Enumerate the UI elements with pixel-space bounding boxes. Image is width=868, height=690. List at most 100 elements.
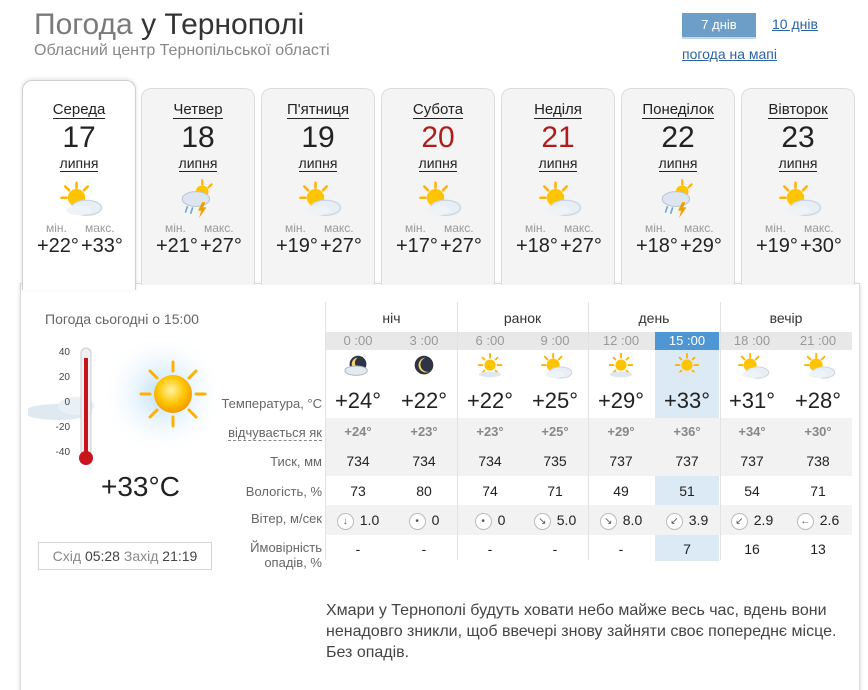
- scale-label: -20: [56, 422, 71, 433]
- period-evening: вечір: [769, 310, 803, 326]
- max-temp: +29°: [680, 235, 722, 257]
- hour-precipitation: -: [487, 541, 493, 557]
- min-label: мін.: [165, 221, 186, 235]
- current-temperature: +33°C: [101, 471, 180, 502]
- day-month: липня: [298, 155, 338, 172]
- day-tab-0[interactable]: Середа 17 липня мін. макс. +22° +33°: [22, 80, 136, 290]
- day-tab-4[interactable]: Неділя 21 липня мін. макс. +18° +27°: [501, 88, 615, 285]
- sun-cloud-icon: [54, 179, 104, 219]
- hour-humidity: 71: [810, 483, 826, 499]
- hour-pressure: 735: [543, 453, 567, 469]
- min-label: мін.: [645, 221, 666, 235]
- hour-time[interactable]: 0 :00: [326, 332, 390, 350]
- hour-pressure: 737: [740, 453, 764, 469]
- day-tab-6[interactable]: Вівторок 23 липня мін. макс. +19° +30°: [741, 88, 855, 285]
- precip-label-line2: опадів, %: [264, 555, 322, 570]
- hour-feels-like: +23°: [410, 424, 438, 439]
- wind-speed: 0: [497, 512, 506, 528]
- hour-time[interactable]: 12 :00: [589, 332, 653, 350]
- hour-temperature: +22°: [466, 388, 514, 413]
- weather-description: Хмари у Тернополі будуть ховати небо май…: [326, 602, 837, 661]
- sunrise-sunset: Схід 05:28 Захід 21:19: [38, 542, 212, 570]
- period-night: ніч: [382, 310, 401, 326]
- current-weather-illustration: 40 20 0 -20 -40: [28, 342, 218, 465]
- max-temp: +27°: [560, 235, 602, 257]
- hour-time[interactable]: 21 :00: [786, 332, 850, 350]
- hour-time[interactable]: 6 :00: [458, 332, 522, 350]
- hour-feels-like: +25°: [541, 424, 569, 439]
- sun-cloud-icon: [533, 179, 583, 219]
- min-temp: +21°: [156, 235, 198, 257]
- hour-feels-like: +34°: [738, 424, 766, 439]
- day-name: Субота: [412, 101, 464, 119]
- sun-icon: [458, 352, 522, 380]
- precip-label-line1: Ймовірність: [250, 540, 322, 555]
- row-label-temperature: Температура, °С: [221, 396, 322, 411]
- page-title: Погода у Тернополі: [34, 8, 304, 42]
- day-name: Середа: [52, 101, 106, 119]
- day-tab-1[interactable]: Четвер 18 липня мін. макс. +21° +27°: [141, 88, 255, 285]
- scale-label: -40: [56, 447, 71, 458]
- hour-pressure: 738: [806, 453, 830, 469]
- row-label-feels-like[interactable]: відчувається як: [228, 425, 322, 441]
- wind-direction-icon: ←: [796, 512, 814, 530]
- day-month: липня: [538, 155, 578, 172]
- hour-precipitation: -: [618, 541, 624, 557]
- tab-7-days[interactable]: 7 днів: [682, 13, 756, 37]
- min-label: мін.: [765, 221, 786, 235]
- thunderstorm-icon: [173, 179, 223, 219]
- wind-speed: 1.0: [359, 512, 380, 528]
- day-tab-2[interactable]: П'ятниця 19 липня мін. макс. +19° +27°: [261, 88, 375, 285]
- day-tab-3[interactable]: Субота 20 липня мін. макс. +17° +27°: [381, 88, 495, 285]
- hour-precipitation: -: [421, 541, 427, 557]
- hour-wind: • 0: [458, 510, 522, 530]
- day-name: Вівторок: [768, 101, 828, 119]
- wind-direction-icon: ↙: [730, 512, 748, 530]
- scale-label: 40: [59, 347, 71, 358]
- hour-wind: ↘ 8.0: [589, 510, 653, 530]
- hour-wind: ↓ 1.0: [326, 510, 390, 530]
- hour-temperature: +25°: [531, 388, 579, 413]
- min-temp: +19°: [756, 235, 798, 257]
- sunrise-label: Схід: [52, 548, 82, 564]
- thermometer-icon: [79, 347, 93, 465]
- hour-time[interactable]: 15 :00: [655, 332, 719, 350]
- max-temp: +30°: [800, 235, 842, 257]
- wind-speed: 8.0: [622, 512, 643, 528]
- day-month: липня: [59, 155, 99, 172]
- sun-icon: [655, 352, 719, 380]
- map-link[interactable]: погода на мапі: [682, 46, 777, 62]
- row-label-pressure: Тиск, мм: [270, 454, 322, 469]
- max-label: макс.: [85, 221, 115, 235]
- hour-wind: ↙ 3.9: [655, 510, 719, 530]
- wind-direction-icon: •: [474, 512, 492, 530]
- day-name: Неділя: [534, 101, 582, 119]
- wind-speed: 3.9: [688, 512, 709, 528]
- sunset-label: Захід: [123, 548, 159, 564]
- sun-cloud-icon: [773, 179, 823, 219]
- tab-10-days[interactable]: 10 днів: [772, 16, 818, 32]
- hour-time[interactable]: 3 :00: [392, 332, 456, 350]
- max-temp: +27°: [440, 235, 482, 257]
- hour-humidity: 80: [416, 483, 432, 499]
- hour-temperature: +28°: [794, 388, 842, 413]
- row-label-humidity: Вологість, %: [245, 484, 322, 499]
- min-label: мін.: [46, 221, 67, 235]
- day-tab-5[interactable]: Понеділок 22 липня мін. макс. +18° +29°: [621, 88, 735, 285]
- min-label: мін.: [525, 221, 546, 235]
- hour-pressure: 734: [412, 453, 436, 469]
- day-date: 20: [421, 121, 455, 154]
- hour-time[interactable]: 18 :00: [720, 332, 784, 350]
- day-month: липня: [418, 155, 458, 172]
- sunset-time: 21:19: [162, 548, 198, 564]
- day-month: липня: [658, 155, 698, 172]
- now-label: Погода сьогодні о 15:00: [45, 311, 199, 327]
- day-date: 21: [541, 121, 575, 154]
- wind-direction-icon: ↘: [533, 512, 551, 530]
- scale-label: 20: [59, 372, 71, 383]
- hour-time[interactable]: 9 :00: [523, 332, 587, 350]
- wind-direction-icon: •: [408, 512, 426, 530]
- hour-humidity: 54: [744, 483, 760, 499]
- hour-temperature: +31°: [728, 388, 776, 413]
- sun-cloud-icon: [413, 179, 463, 219]
